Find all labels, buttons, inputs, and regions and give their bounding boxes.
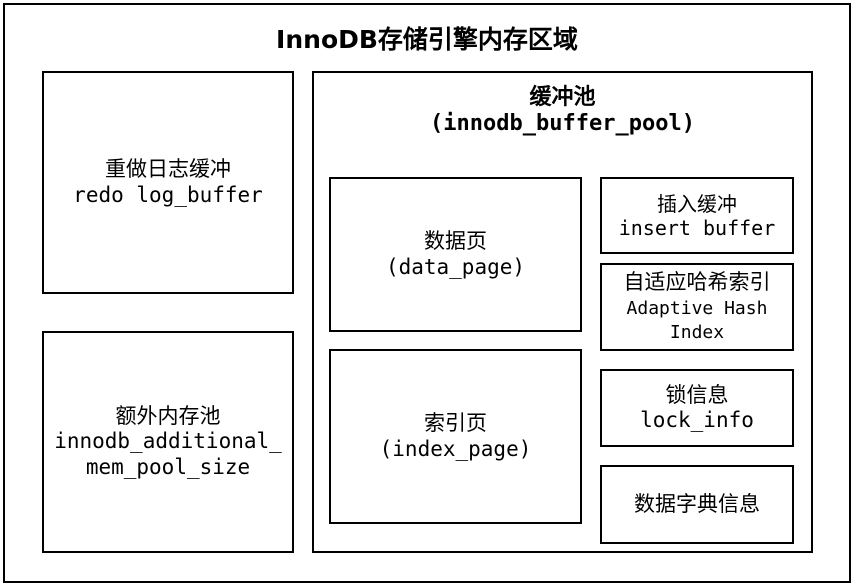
additional-memory-pool-label-en-2: mem_pool_size xyxy=(85,454,251,479)
lock-info-box: 锁信息 lock_info xyxy=(600,369,794,447)
insert-buffer-label-cn: 插入缓冲 xyxy=(657,191,737,216)
insert-buffer-label-en: insert buffer xyxy=(618,215,776,240)
data-page-label-cn: 数据页 xyxy=(424,229,487,254)
buffer-pool-label-en: (innodb_buffer_pool) xyxy=(430,111,695,137)
index-page-box: 索引页 (index_page) xyxy=(329,349,582,524)
data-page-box: 数据页 (data_page) xyxy=(329,177,582,332)
adaptive-hash-index-label-en-2: Index xyxy=(669,322,725,344)
lock-info-label-cn: 锁信息 xyxy=(665,382,729,407)
redo-log-buffer-label-en: redo log_buffer xyxy=(73,182,263,207)
additional-memory-pool-label-en-1: innodb_additional_ xyxy=(54,429,282,454)
index-page-label-en: (index_page) xyxy=(379,436,532,461)
data-dictionary-box: 数据字典信息 xyxy=(600,465,794,544)
additional-memory-pool-box: 额外内存池 innodb_additional_ mem_pool_size xyxy=(42,331,294,553)
redo-log-buffer-box: 重做日志缓冲 redo log_buffer xyxy=(42,71,294,294)
adaptive-hash-index-label-en-1: Adaptive Hash xyxy=(626,298,768,320)
data-dictionary-label-cn: 数据字典信息 xyxy=(634,491,760,516)
buffer-pool-label-cn: 缓冲池 xyxy=(529,85,596,110)
diagram-title: InnoDB存储引擎内存区域 xyxy=(276,25,578,54)
index-page-label-cn: 索引页 xyxy=(424,411,487,436)
adaptive-hash-index-box: 自适应哈希索引 Adaptive Hash Index xyxy=(600,263,794,351)
insert-buffer-box: 插入缓冲 insert buffer xyxy=(600,177,794,254)
lock-info-label-en: lock_info xyxy=(640,408,754,432)
data-page-label-en: (data_page) xyxy=(385,254,526,279)
additional-memory-pool-label-cn: 额外内存池 xyxy=(115,404,221,429)
redo-log-buffer-label-cn: 重做日志缓冲 xyxy=(105,157,231,182)
buffer-pool-title: 缓冲池 (innodb_buffer_pool) xyxy=(314,85,811,138)
adaptive-hash-index-label-cn: 自适应哈希索引 xyxy=(623,270,771,295)
